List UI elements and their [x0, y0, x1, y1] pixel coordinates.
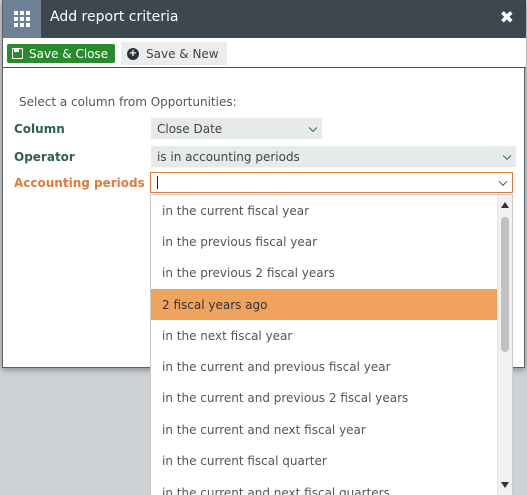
accounting-periods-label: Accounting periods — [14, 176, 145, 190]
scrollbar-thumb[interactable] — [501, 217, 509, 352]
dropdown-option[interactable]: in the current fiscal year — [151, 195, 498, 226]
dropdown-option[interactable]: in the current and next fiscal year — [151, 414, 498, 445]
operator-select-value: is in accounting periods — [157, 149, 300, 164]
operator-select[interactable]: is in accounting periods — [151, 146, 516, 167]
intro-text: Select a column from Opportunities: — [19, 95, 237, 109]
chevron-down-icon — [502, 151, 512, 160]
dialog-title: Add report criteria — [50, 9, 179, 25]
dialog-titlebar: Add report criteria ✖ — [3, 0, 526, 38]
dropdown-scrollbar[interactable] — [497, 195, 512, 495]
dropdown-option[interactable]: in the current and next fiscal quarters — [151, 477, 498, 495]
dropdown-option[interactable]: in the current and previous 2 fiscal yea… — [151, 382, 498, 413]
chevron-down-icon — [498, 177, 508, 186]
dropdown-option[interactable]: in the current fiscal quarter — [151, 445, 498, 476]
dropdown-option[interactable]: in the next fiscal year — [151, 320, 498, 351]
save-close-label: Save & Close — [29, 46, 109, 61]
accounting-periods-dropdown: in the current fiscal year in the previo… — [150, 194, 513, 495]
operator-label: Operator — [14, 150, 75, 164]
column-select[interactable]: Close Date — [151, 118, 322, 139]
dialog-icon-box — [3, 0, 41, 38]
save-close-button[interactable]: Save & Close — [7, 44, 116, 63]
text-caret — [157, 176, 158, 189]
dropdown-option[interactable]: in the previous 2 fiscal years — [151, 257, 498, 288]
close-icon[interactable]: ✖ — [500, 8, 514, 28]
dropdown-option-highlighted[interactable]: 2 fiscal years ago — [151, 289, 498, 320]
save-new-button[interactable]: + Save & New — [121, 42, 227, 65]
dropdown-option[interactable]: in the current and previous fiscal year — [151, 351, 498, 382]
chevron-down-icon — [308, 123, 318, 132]
plus-circle-icon: + — [127, 47, 139, 60]
column-select-value: Close Date — [157, 121, 223, 136]
dropdown-option[interactable]: in the previous fiscal year — [151, 226, 498, 257]
grid-icon — [14, 11, 30, 27]
scroll-up-icon[interactable] — [501, 202, 509, 208]
floppy-disk-icon — [12, 48, 23, 59]
accounting-periods-input[interactable] — [150, 172, 513, 193]
column-label: Column — [14, 122, 65, 136]
save-new-label: Save & New — [146, 46, 219, 61]
dialog-toolbar: Save & Close + Save & New — [3, 38, 526, 68]
scroll-down-icon[interactable] — [501, 482, 509, 488]
